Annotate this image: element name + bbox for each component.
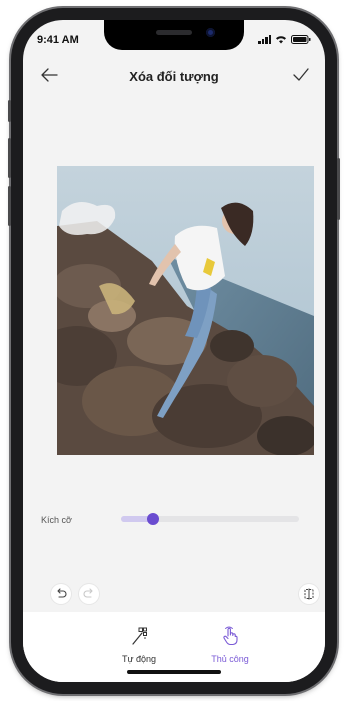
bottom-tab-bar: Tự động Thủ công: [23, 612, 325, 682]
tab-auto-label: Tự động: [121, 654, 157, 664]
phone-side-button: [8, 100, 11, 122]
home-indicator: [127, 670, 221, 674]
front-camera: [206, 28, 215, 37]
phone-side-button: [8, 138, 11, 178]
undo-icon: [57, 588, 67, 598]
size-label: Kích cỡ: [41, 515, 72, 525]
magic-wand-icon: [132, 627, 147, 645]
phone-side-button: [8, 186, 11, 226]
wifi-icon: [276, 36, 286, 44]
redo-icon: [83, 588, 93, 598]
status-icons: [258, 35, 311, 44]
hand-pointer-icon: [223, 626, 238, 646]
tab-auto[interactable]: Tự động: [94, 626, 184, 664]
slider-thumb[interactable]: [147, 513, 160, 525]
undo-button[interactable]: [51, 584, 71, 604]
tab-manual[interactable]: Thủ công: [185, 626, 275, 664]
tab-manual-label: Thủ công: [211, 654, 249, 664]
compare-button[interactable]: [299, 584, 319, 604]
check-icon[interactable]: [291, 66, 311, 84]
editing-photo[interactable]: [57, 166, 314, 455]
phone-side-button: [337, 158, 340, 220]
notch: [104, 20, 244, 50]
size-slider[interactable]: [121, 513, 299, 525]
redo-button[interactable]: [79, 584, 99, 604]
battery-icon: [291, 35, 311, 44]
compare-icon: [304, 588, 314, 600]
signal-icon: [258, 35, 271, 44]
app-screen: 9:41 AM Xóa đối tượng Kích cỡ Tự động Th…: [23, 20, 325, 682]
page-title: Xóa đối tượng: [129, 69, 219, 84]
photo-scene: [57, 166, 314, 455]
status-time: 9:41 AM: [37, 34, 79, 46]
speaker: [156, 30, 192, 35]
